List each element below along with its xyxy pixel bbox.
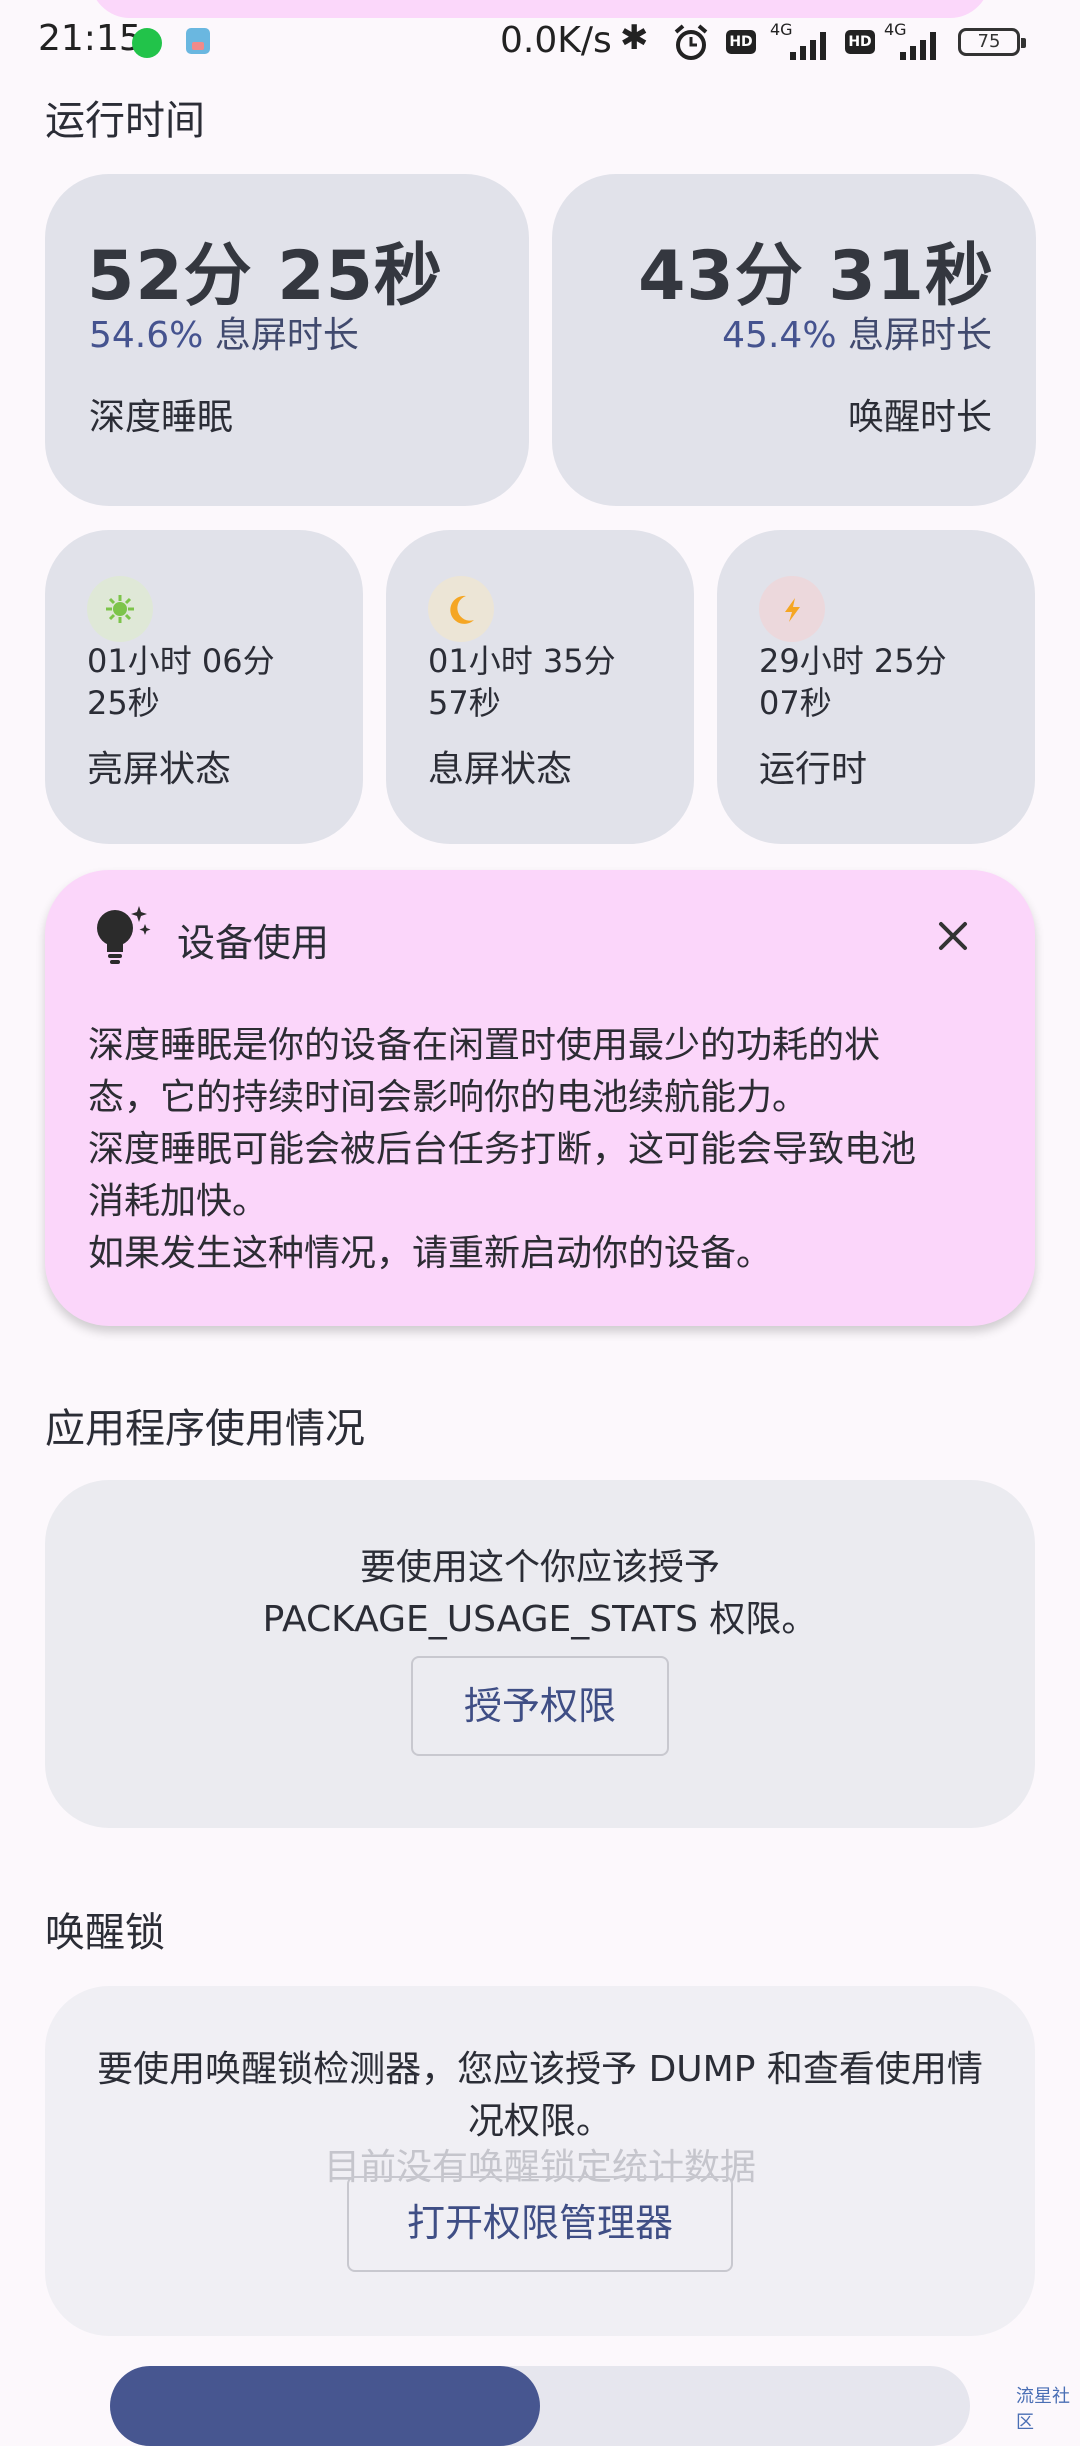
wakelock-card: 要使用唤醒锁检测器，您应该授予 DUMP 和查看使用情 况权限。 目前没有唤醒锁… (45, 1986, 1035, 2336)
lightbulb-icon (87, 900, 157, 974)
grant-permission-button[interactable]: 授予权限 (411, 1656, 669, 1756)
status-bar: 21:15 0.0K/s ✱ HD 4G HD 4G 75 (0, 0, 1080, 90)
tip-body: 深度睡眠是你的设备在闲置时使用最少的功耗的状 态，它的持续时间会影响你的电池续航… (88, 1020, 1008, 1280)
awake-percent: 45.4% 息屏时长 (722, 315, 992, 356)
signal-icon (790, 30, 834, 60)
running-card: 29小时 25分 07秒 运行时 (717, 530, 1035, 844)
deep-sleep-percent: 54.6% 息屏时长 (89, 315, 359, 356)
running-value: 29小时 25分 07秒 (759, 642, 947, 722)
watermark: 流星社区 (1016, 2386, 1070, 2433)
screen-off-value: 01小时 35分 57秒 (428, 642, 616, 722)
device-usage-tip-card: 设备使用 深度睡眠是你的设备在闲置时使用最少的功耗的状 态，它的持续时间会影响你… (45, 870, 1035, 1326)
tip-title: 设备使用 (177, 921, 330, 965)
tip-line: 深度睡眠是你的设备在闲置时使用最少的功耗的状 (88, 1025, 881, 1066)
deep-sleep-card: 52分 25秒 54.6% 息屏时长 深度睡眠 (45, 174, 529, 506)
deep-sleep-value: 52分 25秒 (87, 237, 443, 316)
bluetooth-icon: ✱ (620, 18, 649, 58)
screen-off-card: 01小时 35分 57秒 息屏状态 (386, 530, 694, 844)
sun-icon (87, 576, 153, 642)
screen-on-value: 01小时 06分 25秒 (87, 642, 275, 722)
awake-value: 43分 31秒 (638, 237, 994, 316)
battery-icon: 75 (958, 28, 1026, 56)
awake-label: 唤醒时长 (847, 397, 992, 438)
signal-icon-2 (900, 30, 944, 60)
hd-badge-2: HD (845, 30, 875, 54)
screen-on-card: 01小时 06分 25秒 亮屏状态 (45, 530, 363, 844)
deep-sleep-label: 深度睡眠 (89, 397, 234, 438)
hd-badge: HD (726, 30, 756, 54)
moon-icon (428, 576, 494, 642)
app-usage-message: 要使用这个你应该授予 PACKAGE_USAGE_STATS 权限。 (262, 1547, 818, 1640)
notification-app-icon (132, 28, 162, 58)
screen-off-label: 息屏状态 (428, 749, 573, 790)
tip-line: 深度睡眠可能会被后台任务打断，这可能会导致电池 (88, 1129, 917, 1170)
running-label: 运行时 (759, 749, 868, 790)
tip-line: 消耗加快。 (88, 1181, 269, 1222)
app-usage-card: 要使用这个你应该授予 PACKAGE_USAGE_STATS 权限。 授予权限 (45, 1480, 1035, 1828)
screen-on-label: 亮屏状态 (87, 749, 232, 790)
section-title-wakelock: 唤醒锁 (45, 1910, 165, 1956)
status-time: 21:15 (38, 18, 142, 59)
notification-app-icon-2 (186, 28, 210, 54)
open-permission-manager-button[interactable]: 打开权限管理器 (347, 2176, 733, 2272)
section-title-app-usage: 应用程序使用情况 (45, 1406, 365, 1452)
network-speed: 0.0K/s (500, 20, 612, 61)
alarm-icon (672, 24, 710, 66)
bottom-nav-active-tab[interactable] (110, 2366, 540, 2446)
section-title-uptime: 运行时间 (45, 98, 205, 144)
tip-line: 如果发生这种情况，请重新启动你的设备。 (88, 1233, 773, 1274)
awake-card: 43分 31秒 45.4% 息屏时长 唤醒时长 (552, 174, 1036, 506)
bolt-icon (759, 576, 825, 642)
tip-line: 态，它的持续时间会影响你的电池续航能力。 (88, 1077, 809, 1118)
close-icon[interactable] (925, 908, 981, 964)
wakelock-message: 要使用唤醒锁检测器，您应该授予 DUMP 和查看使用情 况权限。 (97, 2049, 983, 2142)
